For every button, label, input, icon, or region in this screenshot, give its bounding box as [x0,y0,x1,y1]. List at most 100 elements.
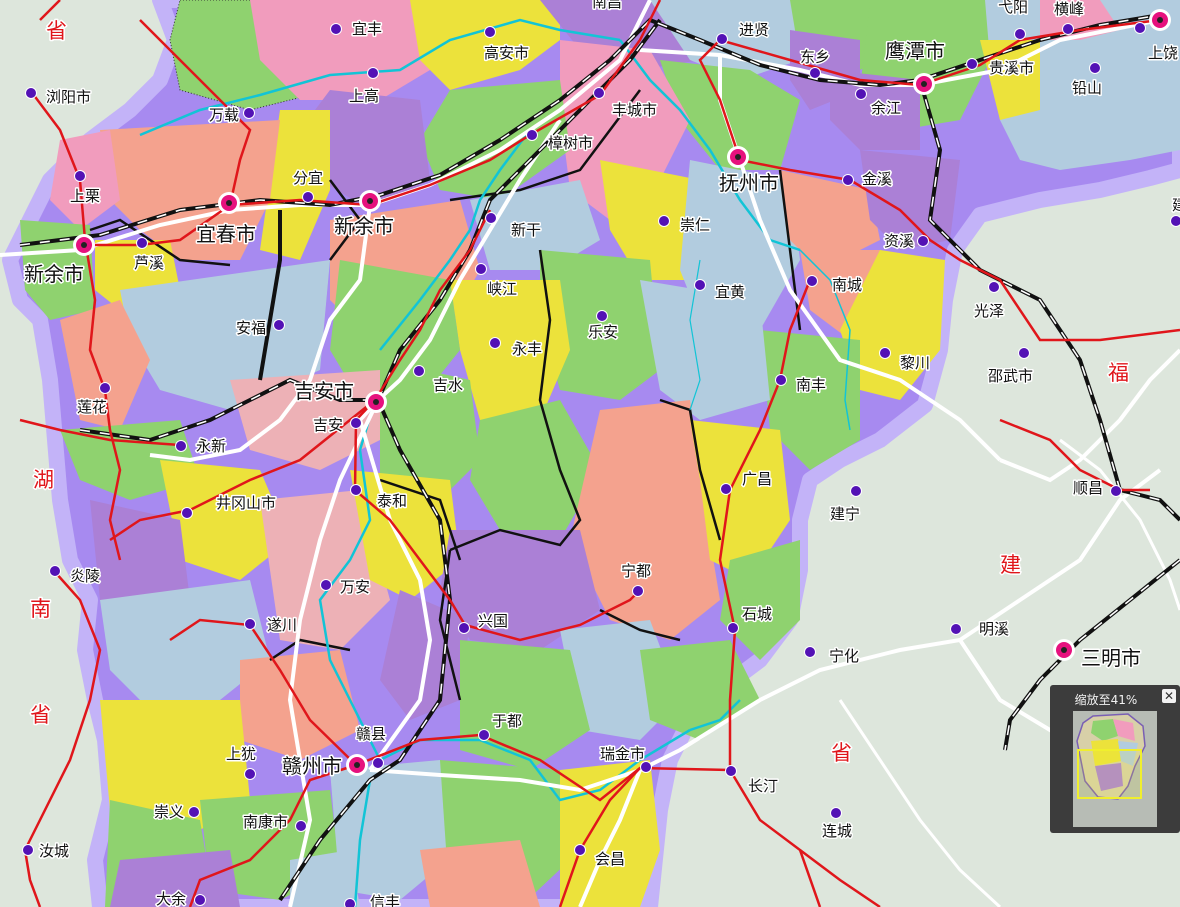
city-label[interactable]: 赣州市 [281,753,344,780]
county-label[interactable]: 石城 [741,604,774,625]
county-label[interactable]: 崇义 [153,802,186,823]
county-label[interactable]: 金溪 [861,169,894,190]
city-label[interactable]: 抚州市 [718,170,781,197]
province-label: 省 [30,703,51,727]
county-label[interactable]: 万安 [339,577,372,598]
map-svg[interactable]: 省 湖 南 省 福 建 省 宜春市 新余市 新余市 吉安市 抚州市 鹰潭市 赣州… [0,0,1180,907]
county-label[interactable]: 遂川 [266,615,299,636]
county-label[interactable]: 南昌 [591,0,624,13]
county-label[interactable]: 南康市 [242,812,290,833]
county-label[interactable]: 东乡 [799,47,832,68]
county-label[interactable]: 兴国 [477,611,510,632]
county-label[interactable]: 芦溪 [133,253,166,274]
county-marker-icon [489,337,501,349]
county-label[interactable]: 长汀 [747,776,780,797]
overview-viewport-rect[interactable] [1077,749,1142,799]
map-canvas[interactable]: 省 湖 南 省 福 建 省 宜春市 新余市 新余市 吉安市 抚州市 鹰潭市 赣州… [0,0,1180,907]
county-label[interactable]: 宜黄 [714,282,747,303]
county-label[interactable]: 宁化 [828,646,861,667]
county-label[interactable]: 赣县 [355,724,388,745]
county-label[interactable]: 分宜 [292,168,325,189]
county-marker-icon [320,579,332,591]
county-label[interactable]: 丰城市 [611,100,659,121]
county-label[interactable]: 新干 [510,220,543,241]
overview-map-panel: 缩放至41% ✕ [1050,685,1180,833]
county-label[interactable]: 建 [1171,195,1180,216]
county-label[interactable]: 安福 [235,318,268,339]
county-marker-icon [484,26,496,38]
county-label[interactable]: 横峰 [1053,0,1086,20]
city-label[interactable]: 鹰潭市 [884,38,947,65]
county-marker-icon [350,417,362,429]
county-label[interactable]: 余江 [870,98,903,119]
county-label[interactable]: 铅山 [1071,78,1104,99]
county-label[interactable]: 瑞金市 [599,744,647,765]
county-label[interactable]: 泰和 [376,491,409,512]
zoom-level-label: 缩放至41% [1074,693,1138,707]
county-label[interactable]: 黎川 [899,353,932,374]
city-marker-dot [367,198,373,204]
city-marker-dot [735,154,741,160]
county-label[interactable]: 乐安 [587,322,620,343]
county-label[interactable]: 上犹 [225,744,258,765]
city-marker-dot [1157,17,1163,23]
county-label[interactable]: 峡江 [486,279,519,300]
county-label[interactable]: 上饶 [1147,43,1180,64]
county-label[interactable]: 弋阳 [997,0,1030,18]
county-label[interactable]: 莲花 [76,397,109,418]
county-label[interactable]: 连城 [821,821,854,842]
county-label[interactable]: 高安市 [483,43,531,64]
county-label[interactable]: 信丰 [369,892,402,907]
county-marker-icon [344,898,356,907]
province-label: 建 [1000,553,1021,577]
city-marker-dot [81,242,87,248]
county-label[interactable]: 吉水 [432,375,465,396]
city-marker-dot [354,762,360,768]
county-label[interactable]: 南丰 [795,375,828,396]
county-label[interactable]: 井冈山市 [215,493,278,514]
overview-thumbnail[interactable] [1073,711,1157,827]
county-label[interactable]: 南城 [831,275,864,296]
county-label[interactable]: 永新 [195,436,228,457]
county-label[interactable]: 顺昌 [1072,478,1105,499]
city-label[interactable]: 吉安市 [293,378,356,405]
county-marker-icon [804,646,816,658]
county-label[interactable]: 宁都 [620,561,653,582]
county-marker-icon [1014,28,1026,40]
county-label[interactable]: 樟树市 [547,133,595,154]
province-label: 南 [30,597,51,621]
county-marker-icon [720,483,732,495]
county-label[interactable]: 大余 [155,889,188,907]
county-label[interactable]: 永丰 [511,339,544,360]
city-marker-dot [1061,647,1067,653]
county-label[interactable]: 浏阳市 [45,87,93,108]
county-label[interactable]: 进贤 [738,20,771,41]
county-label[interactable]: 会昌 [594,849,627,870]
county-label[interactable]: 贵溪市 [988,58,1036,79]
county-label[interactable]: 宜丰 [351,19,384,40]
county-label[interactable]: 于都 [491,711,524,732]
city-label[interactable]: 宜春市 [195,221,258,248]
county-label[interactable]: 万载 [208,105,241,126]
county-label[interactable]: 邵武市 [987,366,1035,387]
county-label[interactable]: 资溪 [883,231,916,252]
county-label[interactable]: 崇仁 [679,215,712,236]
county-label[interactable]: 炎陵 [69,566,102,587]
county-label[interactable]: 建宁 [829,504,862,525]
city-label[interactable]: 新余市 [23,261,86,288]
close-icon[interactable]: ✕ [1162,689,1176,703]
county-label[interactable]: 上栗 [69,186,102,207]
county-marker-icon [25,87,37,99]
county-marker-icon [966,58,978,70]
county-label[interactable]: 广昌 [741,469,774,490]
county-label[interactable]: 吉安 [312,415,345,436]
county-marker-icon [49,565,61,577]
county-marker-icon [879,347,891,359]
county-label[interactable]: 汝城 [38,841,71,862]
city-label[interactable]: 新余市 [333,213,396,240]
city-label[interactable]: 三明市 [1080,645,1143,672]
county-label[interactable]: 光泽 [973,301,1006,322]
county-label[interactable]: 上高 [348,86,381,107]
county-marker-icon [658,215,670,227]
county-label[interactable]: 明溪 [978,619,1011,640]
